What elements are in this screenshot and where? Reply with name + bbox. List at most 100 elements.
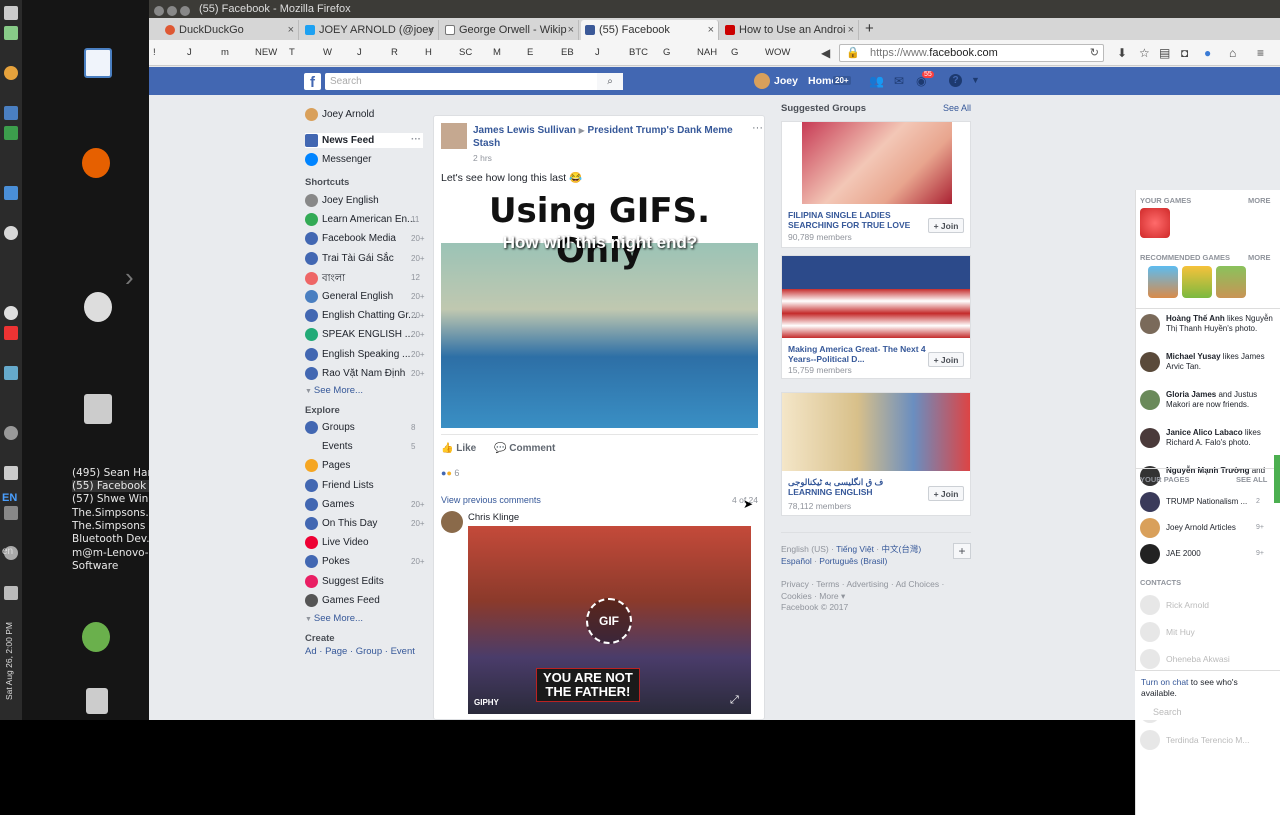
drive-icon[interactable] bbox=[84, 394, 112, 424]
bookmark-item[interactable]: J bbox=[595, 47, 600, 58]
shortcut-item[interactable]: Rao Vặt Nam Định bbox=[305, 366, 405, 380]
chat-search-input[interactable]: Search bbox=[1153, 707, 1182, 717]
like-button[interactable]: 👍 Like bbox=[441, 443, 476, 454]
explore-item[interactable]: Suggest Edits bbox=[305, 574, 384, 588]
search-icon[interactable]: ⌕ bbox=[597, 73, 623, 90]
explore-item[interactable]: Groups bbox=[305, 421, 355, 434]
bookmark-item[interactable]: SC bbox=[459, 47, 472, 58]
bookmark-item[interactable]: T bbox=[289, 47, 295, 58]
profile-link[interactable]: Joey bbox=[774, 75, 798, 87]
document-icon[interactable] bbox=[84, 48, 112, 78]
activity-item[interactable]: Hoàng Thế Anh likes Nguyễn Thị Thanh Huy… bbox=[1166, 314, 1276, 334]
contact-avatar[interactable] bbox=[1140, 649, 1160, 669]
create-ad-link[interactable]: Ad bbox=[305, 646, 317, 657]
shortcut-item[interactable]: English Speaking ... bbox=[305, 347, 410, 361]
page-avatar[interactable] bbox=[1140, 518, 1160, 538]
bookmark-item[interactable]: R bbox=[391, 47, 398, 58]
bookmark-item[interactable]: J bbox=[357, 47, 362, 58]
shortcut-item[interactable]: General English bbox=[305, 290, 393, 303]
taskbar-item[interactable]: m@m-Lenovo-... bbox=[72, 547, 159, 559]
chevron-right-icon[interactable]: › bbox=[125, 262, 134, 293]
url-bar[interactable]: 🔒 https://www.facebook.com ↻ bbox=[839, 44, 1104, 62]
bookmark-item[interactable]: E bbox=[527, 47, 533, 58]
app-icon[interactable] bbox=[4, 306, 18, 320]
fb-search-input[interactable]: Search ⌕ bbox=[325, 73, 623, 90]
page-avatar[interactable] bbox=[1140, 544, 1160, 564]
shortcut-item[interactable]: Facebook Media bbox=[305, 232, 396, 246]
keyboard-layout[interactable]: EN bbox=[2, 492, 17, 504]
friend-requests-icon[interactable]: 👥 bbox=[869, 74, 884, 88]
group-photo[interactable] bbox=[782, 256, 970, 338]
avatar[interactable] bbox=[1140, 352, 1160, 372]
close-icon[interactable]: × bbox=[568, 20, 574, 40]
gif-image[interactable]: GIF YOU ARE NOT THE FATHER! GIPHY ⤢ bbox=[468, 526, 751, 714]
join-button[interactable]: + Join bbox=[928, 486, 964, 501]
explore-item[interactable]: Live Video bbox=[305, 536, 369, 550]
contact-avatar[interactable] bbox=[1140, 595, 1160, 615]
bookmark-item[interactable]: ! bbox=[153, 47, 156, 58]
tab-duckduckgo[interactable]: DuckDuckGo × bbox=[161, 20, 299, 40]
account-menu-icon[interactable]: ▼ bbox=[971, 75, 980, 85]
bookmark-item[interactable]: NEW bbox=[255, 47, 277, 58]
footer-links[interactable]: Privacy · Terms · Advertising · Ad Choic… bbox=[781, 578, 966, 602]
close-icon[interactable]: × bbox=[708, 20, 714, 40]
reload-icon[interactable]: ↻ bbox=[1090, 45, 1099, 61]
see-all-link[interactable]: SEE ALL bbox=[1236, 475, 1267, 484]
extension-icon[interactable]: ● bbox=[1204, 46, 1211, 60]
group-card[interactable]: ف ق انگلیسی به ٹیکنالوجی LEARNING ENGLIS… bbox=[781, 392, 971, 516]
bookmark-item[interactable]: WOW bbox=[765, 47, 790, 58]
home-icon[interactable]: ⌂ bbox=[1229, 46, 1236, 60]
app-icon[interactable] bbox=[4, 506, 18, 520]
tab-twitter[interactable]: JOEY ARNOLD (@joey × bbox=[301, 20, 439, 40]
group-card[interactable]: Making America Great- The Next 4 Years--… bbox=[781, 255, 971, 379]
group-photo[interactable] bbox=[802, 122, 952, 204]
pocket-icon[interactable]: ◘ bbox=[1181, 46, 1188, 60]
see-more-link[interactable]: ▼ See More... bbox=[305, 385, 363, 396]
view-previous-comments-link[interactable]: View previous comments bbox=[441, 495, 541, 505]
shortcut-item[interactable]: বাংলা bbox=[305, 271, 345, 288]
shortcut-item[interactable]: SPEAK ENGLISH ... bbox=[305, 328, 413, 342]
create-group-link[interactable]: Group bbox=[356, 646, 382, 657]
taskbar-item[interactable]: The.Simpsons ... bbox=[72, 520, 159, 532]
settings-icon[interactable] bbox=[84, 292, 112, 322]
explore-item[interactable]: Games Feed bbox=[305, 593, 380, 607]
trash-icon[interactable] bbox=[86, 688, 108, 714]
more-link[interactable]: MORE bbox=[1248, 253, 1271, 262]
tab-android[interactable]: How to Use an Androi × bbox=[721, 20, 859, 40]
firefox-icon[interactable] bbox=[82, 148, 110, 178]
calc-icon[interactable] bbox=[4, 126, 18, 140]
help-icon[interactable]: ? bbox=[949, 74, 962, 87]
contact-name[interactable]: Mit Huy bbox=[1166, 627, 1195, 637]
join-button[interactable]: + Join bbox=[928, 218, 964, 233]
author-avatar[interactable] bbox=[441, 123, 467, 149]
author-link[interactable]: James Lewis Sullivan bbox=[473, 125, 576, 136]
explore-item[interactable]: Pages bbox=[305, 459, 350, 473]
activity-item[interactable]: Janice Alico Labaco likes Richard A. Fal… bbox=[1166, 428, 1276, 448]
files-icon[interactable] bbox=[4, 186, 18, 200]
page-avatar[interactable] bbox=[1140, 492, 1160, 512]
game-icon[interactable] bbox=[1148, 266, 1178, 298]
create-page-link[interactable]: Page bbox=[325, 646, 347, 657]
bookmark-item[interactable]: J bbox=[187, 47, 192, 58]
nav-messenger[interactable]: Messenger bbox=[305, 153, 371, 166]
taskbar-item[interactable]: The.Simpsons.... bbox=[72, 507, 159, 519]
see-all-link[interactable]: See All bbox=[943, 103, 971, 113]
app-icon[interactable] bbox=[4, 366, 18, 380]
add-language-button[interactable]: + bbox=[953, 543, 971, 559]
back-icon[interactable]: ◀ bbox=[821, 46, 830, 60]
avatar[interactable] bbox=[1140, 314, 1160, 334]
explore-item[interactable]: On This Day bbox=[305, 517, 377, 530]
nav-profile[interactable]: Joey Arnold bbox=[305, 108, 374, 121]
explore-item[interactable]: Events bbox=[305, 440, 353, 454]
user-icon[interactable] bbox=[82, 622, 110, 652]
page-name[interactable]: TRUMP Nationalism ... bbox=[1166, 497, 1256, 507]
writer-icon[interactable] bbox=[4, 106, 18, 120]
game-icon[interactable] bbox=[1216, 266, 1246, 298]
group-photo[interactable] bbox=[782, 393, 970, 471]
commenter-avatar[interactable] bbox=[441, 511, 463, 533]
contact-name[interactable]: Oheneba Akwasi bbox=[1166, 654, 1230, 664]
shortcut-item[interactable]: Joey English bbox=[305, 194, 379, 207]
bookmark-item[interactable]: m bbox=[221, 47, 229, 58]
shortcut-item[interactable]: Learn American En... bbox=[305, 213, 415, 227]
post-time[interactable]: 2 hrs bbox=[473, 153, 492, 163]
